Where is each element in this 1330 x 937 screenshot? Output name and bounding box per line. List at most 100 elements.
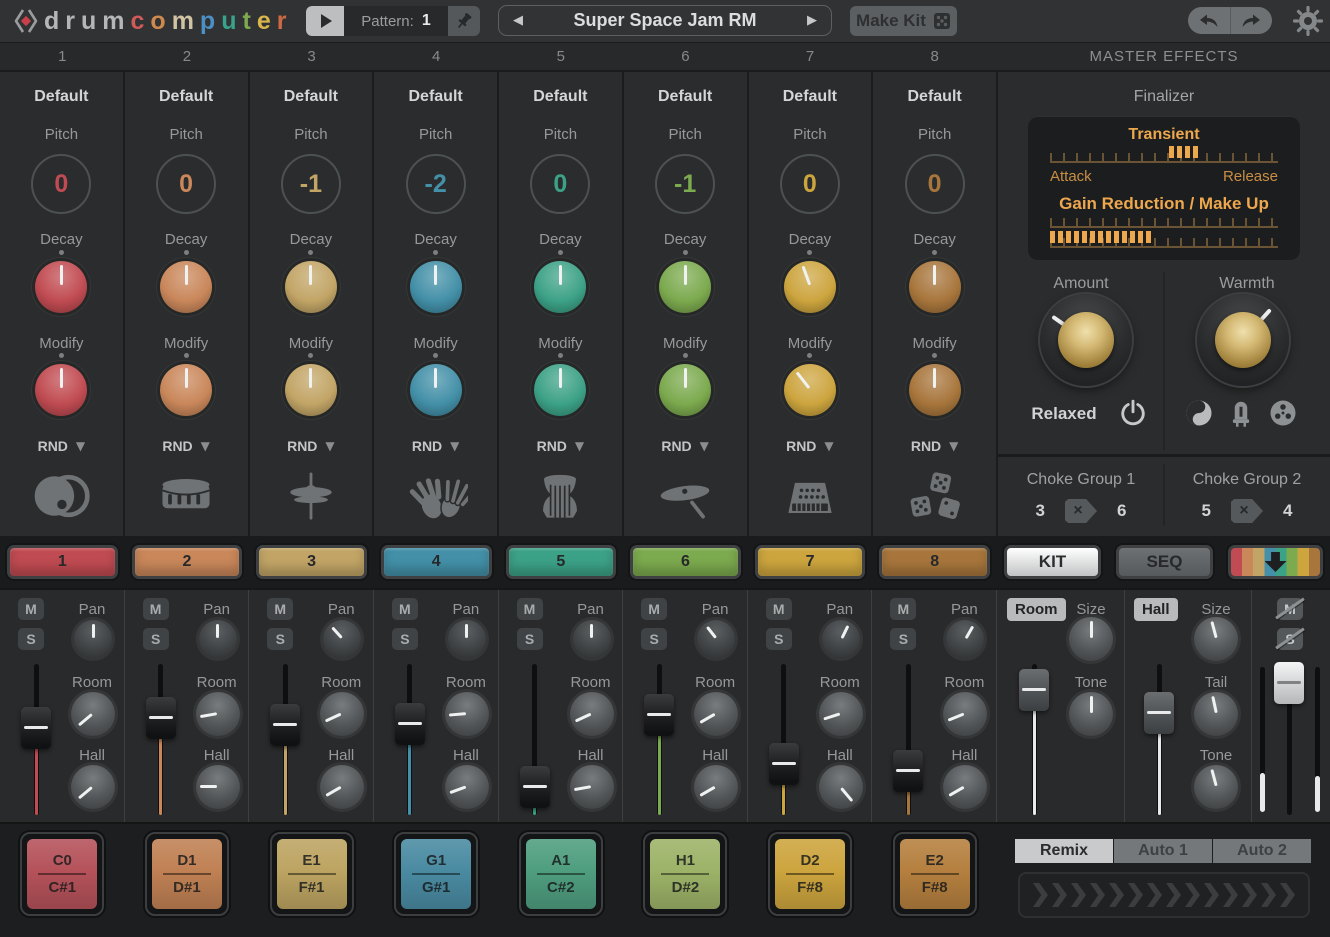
room-send-knob[interactable] bbox=[570, 692, 614, 736]
rnd-dropdown[interactable]: RND ▼ bbox=[250, 438, 373, 454]
preset-next-icon[interactable]: ▶ bbox=[807, 14, 817, 27]
pad-surface[interactable]: E1 F#1 bbox=[277, 839, 347, 909]
instrument-icon[interactable] bbox=[653, 470, 717, 522]
mute-button[interactable]: M bbox=[143, 598, 169, 620]
hall-reverb-toggle[interactable]: Hall bbox=[1134, 598, 1178, 621]
channel-preset-name[interactable]: Default bbox=[624, 88, 747, 106]
pan-knob[interactable] bbox=[448, 620, 486, 658]
hall-level-fader[interactable] bbox=[1144, 667, 1174, 812]
instrument-icon[interactable] bbox=[29, 470, 93, 522]
channel-preset-name[interactable]: Default bbox=[873, 88, 996, 106]
master-fader[interactable] bbox=[1274, 667, 1304, 812]
room-send-knob[interactable] bbox=[445, 692, 489, 736]
pad-5[interactable]: H1 D#2 bbox=[643, 832, 727, 916]
undo-button[interactable] bbox=[1188, 7, 1231, 34]
room-send-knob[interactable] bbox=[819, 692, 863, 736]
channel-preset-name[interactable]: Default bbox=[0, 88, 123, 106]
fader-handle[interactable] bbox=[1274, 662, 1304, 704]
modify-knob[interactable] bbox=[285, 364, 337, 416]
channel-preset-name[interactable]: Default bbox=[125, 88, 248, 106]
hall-send-knob[interactable] bbox=[570, 765, 614, 809]
amount-knob[interactable] bbox=[1040, 294, 1132, 386]
modify-knob[interactable] bbox=[659, 364, 711, 416]
transient-ruler[interactable] bbox=[1050, 153, 1278, 163]
make-kit-button[interactable]: Make Kit bbox=[850, 6, 957, 36]
tab-channel-1[interactable]: 2 bbox=[132, 545, 243, 579]
pad-surface[interactable]: D2 F#8 bbox=[775, 839, 845, 909]
rnd-dropdown[interactable]: RND ▼ bbox=[125, 438, 248, 454]
tab-seq[interactable]: SEQ bbox=[1116, 545, 1213, 579]
hall-size-knob[interactable] bbox=[1194, 617, 1238, 661]
redo-button[interactable] bbox=[1231, 7, 1273, 34]
hall-send-knob[interactable] bbox=[819, 765, 863, 809]
volume-fader[interactable] bbox=[644, 667, 674, 812]
rnd-dropdown[interactable]: RND ▼ bbox=[624, 438, 747, 454]
instrument-icon[interactable] bbox=[404, 470, 468, 522]
tab-channel-7[interactable]: 8 bbox=[879, 545, 990, 579]
pan-knob[interactable] bbox=[697, 620, 735, 658]
mute-button[interactable]: M bbox=[18, 598, 44, 620]
instrument-icon[interactable] bbox=[528, 470, 592, 522]
settings-button[interactable] bbox=[1290, 3, 1326, 39]
choke-2-right-value[interactable]: 4 bbox=[1283, 501, 1292, 521]
instrument-icon[interactable] bbox=[903, 470, 967, 522]
channel-preset-name[interactable]: Default bbox=[374, 88, 497, 106]
choke-2-left-value[interactable]: 5 bbox=[1202, 501, 1211, 521]
preset-selector[interactable]: ◀ Super Space Jam RM ▶ bbox=[498, 5, 832, 36]
pad-surface[interactable]: A1 C#2 bbox=[526, 839, 596, 909]
decay-knob[interactable] bbox=[410, 261, 462, 313]
modify-knob[interactable] bbox=[35, 364, 87, 416]
saturation-mode-button[interactable] bbox=[1184, 398, 1214, 428]
modify-knob[interactable] bbox=[160, 364, 212, 416]
room-send-knob[interactable] bbox=[694, 692, 738, 736]
tab-channel-2[interactable]: 3 bbox=[256, 545, 367, 579]
hall-send-knob[interactable] bbox=[694, 765, 738, 809]
mute-button[interactable]: M bbox=[641, 598, 667, 620]
choke-cross-icon[interactable]: × bbox=[1231, 499, 1263, 523]
play-button[interactable] bbox=[306, 6, 344, 36]
fader-handle[interactable] bbox=[21, 707, 51, 749]
room-send-knob[interactable] bbox=[196, 692, 240, 736]
channel-preset-name[interactable]: Default bbox=[250, 88, 373, 106]
pitch-knob[interactable]: -2 bbox=[406, 154, 466, 214]
solo-button[interactable]: S bbox=[143, 628, 169, 650]
room-level-fader[interactable] bbox=[1019, 667, 1049, 812]
volume-fader[interactable] bbox=[395, 667, 425, 812]
hall-send-knob[interactable] bbox=[445, 765, 489, 809]
fader-handle[interactable] bbox=[395, 703, 425, 745]
modify-knob[interactable] bbox=[410, 364, 462, 416]
mute-button[interactable]: M bbox=[890, 598, 916, 620]
solo-button[interactable]: S bbox=[766, 628, 792, 650]
fader-handle[interactable] bbox=[146, 697, 176, 739]
pitch-knob[interactable]: -1 bbox=[281, 154, 341, 214]
decay-knob[interactable] bbox=[784, 261, 836, 313]
master-mute-button[interactable]: M bbox=[1277, 598, 1303, 620]
instrument-icon[interactable] bbox=[279, 470, 343, 522]
remix-chevron-strip[interactable] bbox=[1018, 872, 1310, 918]
volume-fader[interactable] bbox=[270, 667, 300, 812]
modify-knob[interactable] bbox=[784, 364, 836, 416]
pitch-knob[interactable]: 0 bbox=[31, 154, 91, 214]
pad-2[interactable]: E1 F#1 bbox=[270, 832, 354, 916]
solo-button[interactable]: S bbox=[267, 628, 293, 650]
decay-knob[interactable] bbox=[909, 261, 961, 313]
choke-1-right-value[interactable]: 6 bbox=[1117, 501, 1126, 521]
tab-kit[interactable]: KIT bbox=[1004, 545, 1101, 579]
pan-knob[interactable] bbox=[573, 620, 611, 658]
solo-button[interactable]: S bbox=[18, 628, 44, 650]
modify-knob[interactable] bbox=[909, 364, 961, 416]
fader-handle[interactable] bbox=[520, 766, 550, 808]
room-tone-knob[interactable] bbox=[1069, 692, 1113, 736]
pitch-knob[interactable]: 0 bbox=[780, 154, 840, 214]
preset-prev-icon[interactable]: ◀ bbox=[513, 14, 523, 27]
choke-cross-icon[interactable]: × bbox=[1065, 499, 1097, 523]
mute-button[interactable]: M bbox=[517, 598, 543, 620]
auto1-button[interactable]: Auto 1 bbox=[1114, 839, 1212, 863]
pitch-knob[interactable]: 0 bbox=[530, 154, 590, 214]
tape-mode-button[interactable] bbox=[1268, 398, 1298, 428]
pattern-display[interactable]: Pattern: 1 bbox=[344, 6, 448, 36]
pin-button[interactable] bbox=[448, 6, 480, 36]
decay-knob[interactable] bbox=[534, 261, 586, 313]
volume-fader[interactable] bbox=[146, 667, 176, 812]
tube-mode-button[interactable] bbox=[1226, 398, 1256, 428]
